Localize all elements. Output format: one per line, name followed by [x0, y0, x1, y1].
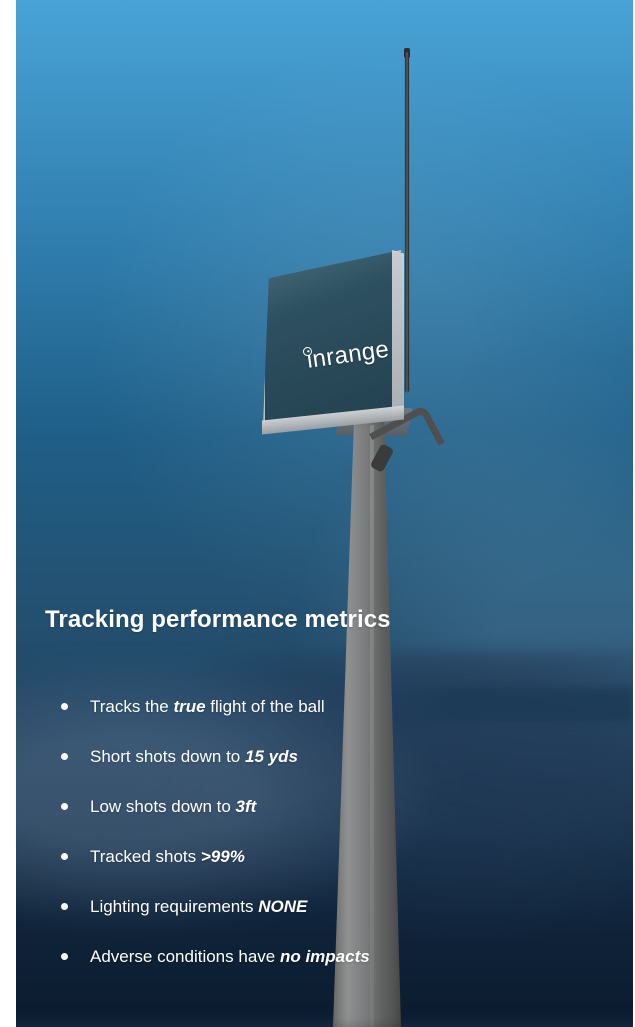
metric-item-adverse-conditions: Adverse conditions have no impacts: [61, 940, 370, 990]
bullet-icon: [61, 853, 68, 860]
bullet-icon: [61, 803, 68, 810]
metric-suffix: flight of the ball: [205, 697, 325, 716]
metric-prefix: Lighting requirements: [90, 897, 259, 916]
antenna: [405, 52, 409, 392]
metric-emphasis: no impacts: [279, 947, 370, 966]
bullet-icon: [61, 753, 68, 760]
metric-item-lighting: Lighting requirements NONE: [61, 890, 370, 940]
pole-highlight: [370, 425, 374, 1027]
metric-item-true-flight: Tracks the true flight of the ball: [61, 690, 370, 740]
metric-prefix: Low shots down to: [90, 797, 236, 816]
metric-prefix: Tracks the: [90, 697, 174, 716]
metric-emphasis: 3ft: [235, 797, 257, 816]
metric-emphasis: true: [173, 697, 206, 716]
bullet-icon: [61, 903, 68, 910]
blurred-shoreline: [376, 688, 633, 722]
metric-item-low-shots: Low shots down to 3ft: [61, 790, 370, 840]
bullet-icon: [61, 953, 68, 960]
section-title: Tracking performance metrics: [45, 606, 391, 633]
metric-prefix: Adverse conditions have: [90, 947, 280, 966]
metric-prefix: Tracked shots: [90, 847, 201, 866]
metric-emphasis: NONE: [258, 897, 308, 916]
metrics-list: Tracks the true flight of the ball Short…: [61, 690, 370, 990]
tracking-device-side: [392, 250, 404, 418]
metric-prefix: Short shots down to: [90, 747, 245, 766]
page: inrange Tracking performance metrics Tra…: [0, 0, 635, 1027]
metric-item-tracked-shots: Tracked shots >99%: [61, 840, 370, 890]
metric-emphasis: >99%: [200, 847, 245, 866]
metric-item-short-shots: Short shots down to 15 yds: [61, 740, 370, 790]
hero-image-section: inrange Tracking performance metrics Tra…: [16, 0, 633, 1027]
bullet-icon: [61, 703, 68, 710]
metric-emphasis: 15 yds: [244, 747, 298, 766]
